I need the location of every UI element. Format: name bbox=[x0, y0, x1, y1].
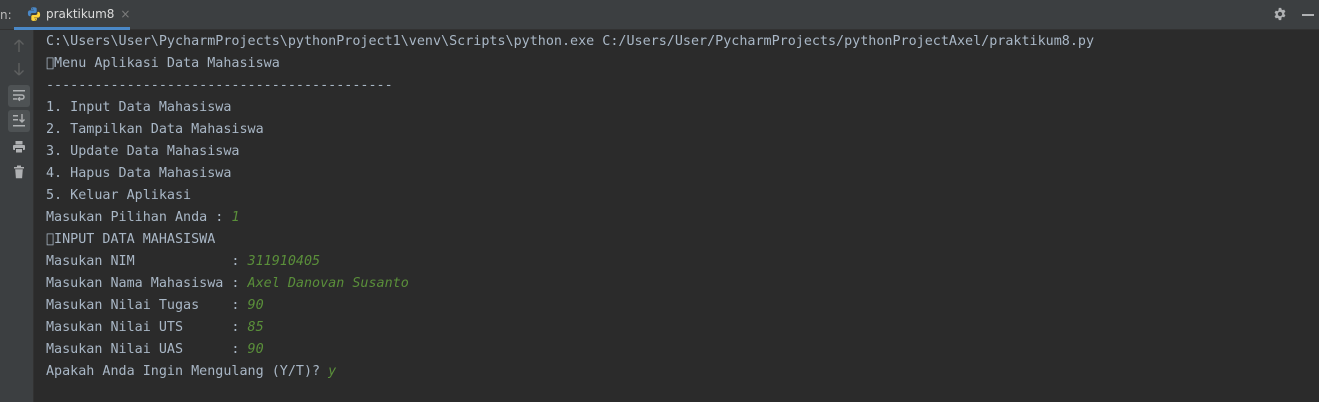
console-line-text: 4. Hapus Data Mahasiswa bbox=[46, 166, 232, 181]
soft-wrap-button[interactable] bbox=[8, 85, 30, 107]
console-line: Masukan Nilai Tugas : 90 bbox=[46, 295, 1306, 317]
python-file-icon bbox=[26, 6, 42, 22]
console-side-toolbar bbox=[0, 30, 34, 402]
console-line: Masukan Nama Mahasiswa : Axel Danovan Su… bbox=[46, 273, 1306, 295]
console-user-input: 1 bbox=[231, 210, 240, 225]
console-line-text:  Menu Aplikasi Data Mahasiswa bbox=[46, 56, 280, 71]
run-label: n: bbox=[0, 8, 12, 22]
arrow-down-icon bbox=[13, 61, 25, 80]
console-line:  INPUT DATA MAHASISWA bbox=[46, 229, 1306, 251]
console-user-input: 311910405 bbox=[247, 254, 321, 269]
console-line: 1. Input Data Mahasiswa bbox=[46, 97, 1306, 119]
console-line:  Menu Aplikasi Data Mahasiswa bbox=[46, 53, 1306, 75]
tab-praktikum8[interactable]: praktikum8 × bbox=[14, 0, 130, 30]
scroll-to-end-button[interactable] bbox=[8, 110, 30, 132]
console-line: 3. Update Data Mahasiswa bbox=[46, 141, 1306, 163]
gear-icon bbox=[1273, 6, 1287, 25]
console-line-text:  INPUT DATA MAHASISWA bbox=[46, 232, 216, 247]
console-line: C:\Users\User\PycharmProjects\pythonProj… bbox=[46, 31, 1306, 53]
console-line: Apakah Anda Ingin Mengulang (Y/T)? y bbox=[46, 361, 1306, 383]
console-line-text: 3. Update Data Mahasiswa bbox=[46, 144, 240, 159]
next-occurrence-button[interactable] bbox=[8, 59, 30, 81]
console-line-text: Masukan Nilai Tugas : bbox=[46, 298, 248, 313]
console-line-text: Masukan Pilihan Anda : bbox=[46, 210, 232, 225]
console-line-text: Masukan Nilai UTS : bbox=[46, 320, 248, 335]
minimize-button[interactable] bbox=[1297, 4, 1319, 26]
console-line: Masukan NIM : 311910405 bbox=[46, 251, 1306, 273]
console-user-input: 90 bbox=[247, 342, 264, 357]
console-line-text: 1. Input Data Mahasiswa bbox=[46, 100, 232, 115]
console-output[interactable]: C:\Users\User\PycharmProjects\pythonProj… bbox=[46, 31, 1306, 391]
console-user-input: y bbox=[328, 364, 337, 379]
minimize-icon bbox=[1302, 14, 1314, 16]
console-line-text: Masukan Nama Mahasiswa : bbox=[46, 276, 248, 291]
tab-bar-actions bbox=[1269, 0, 1319, 30]
console-line: Masukan Nilai UAS : 90 bbox=[46, 339, 1306, 361]
console-line-text: C:\Users\User\PycharmProjects\pythonProj… bbox=[46, 34, 1095, 49]
console-line: Masukan Nilai UTS : 85 bbox=[46, 317, 1306, 339]
console-line-text: Masukan NIM : bbox=[46, 254, 248, 269]
settings-button[interactable] bbox=[1269, 4, 1291, 26]
trash-icon bbox=[13, 164, 25, 183]
console-line: ----------------------------------------… bbox=[46, 75, 1306, 97]
console-line-text: 5. Keluar Aplikasi bbox=[46, 188, 192, 203]
soft-wrap-icon bbox=[12, 87, 26, 106]
run-tab-bar: n: praktikum8 × bbox=[0, 0, 1319, 30]
tab-close-button[interactable]: × bbox=[120, 6, 130, 22]
console-user-input: 90 bbox=[247, 298, 264, 313]
console-line: 4. Hapus Data Mahasiswa bbox=[46, 163, 1306, 185]
clear-all-button[interactable] bbox=[8, 162, 30, 184]
console-line-text: Masukan Nilai UAS : bbox=[46, 342, 248, 357]
print-icon bbox=[12, 139, 26, 158]
print-button[interactable] bbox=[8, 137, 30, 159]
scroll-to-end-icon bbox=[12, 112, 26, 131]
console-line: Masukan Pilihan Anda : 1 bbox=[46, 207, 1306, 229]
console-line-text: ----------------------------------------… bbox=[46, 78, 393, 93]
console-line: 5. Keluar Aplikasi bbox=[46, 185, 1306, 207]
console-line-text: Apakah Anda Ingin Mengulang (Y/T)? bbox=[46, 364, 329, 379]
run-tool-window: n: praktikum8 × C:\Users\User\PycharmPro… bbox=[0, 0, 1319, 402]
console-line: 2. Tampilkan Data Mahasiswa bbox=[46, 119, 1306, 141]
tab-label: praktikum8 bbox=[46, 6, 115, 21]
console-line-text: 2. Tampilkan Data Mahasiswa bbox=[46, 122, 264, 137]
console-user-input: Axel Danovan Susanto bbox=[247, 276, 409, 291]
arrow-up-icon bbox=[13, 38, 25, 57]
previous-occurrence-button[interactable] bbox=[8, 36, 30, 58]
console-user-input: 85 bbox=[247, 320, 264, 335]
